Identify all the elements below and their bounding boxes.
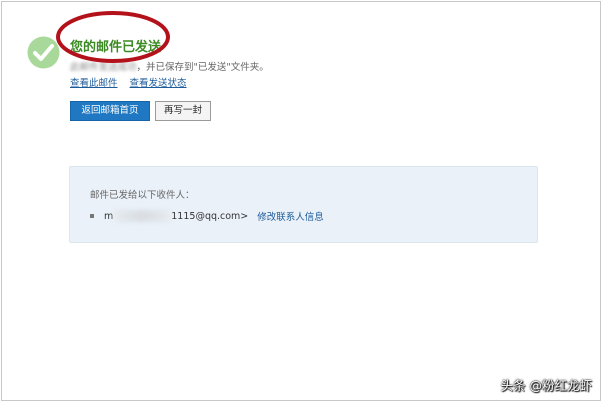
view-mail-link[interactable]: 查看此邮件 — [70, 78, 118, 89]
recipient-prefix: m — [104, 210, 114, 222]
edit-contact-link[interactable]: 修改联系人信息 — [257, 209, 324, 223]
write-another-button[interactable]: 再写一封 — [155, 101, 211, 121]
action-links: 查看此邮件 查看发送状态 — [70, 75, 196, 89]
red-annotation-ellipse — [56, 11, 170, 63]
watermark-text: 头条 @粉红龙虾 — [500, 378, 592, 393]
redacted-email-blur — [114, 210, 171, 222]
recipient-email: 1115@qq.com> — [171, 210, 249, 222]
recipients-header: 邮件已发给以下收件人： — [90, 190, 195, 201]
view-status-link[interactable]: 查看发送状态 — [130, 78, 187, 89]
back-to-inbox-button[interactable]: 返回邮箱首页 — [70, 101, 150, 121]
bullet-icon — [90, 214, 94, 218]
recipients-panel: 邮件已发给以下收件人： m 1115@qq.com> 修改联系人信息 — [69, 166, 538, 243]
page-frame: 您的邮件已发送 此邮件发送成功，并已保存到"已发送"文件夹。 查看此邮件 查看发… — [1, 1, 601, 401]
recipient-item: m 1115@qq.com> 修改联系人信息 — [90, 209, 324, 223]
